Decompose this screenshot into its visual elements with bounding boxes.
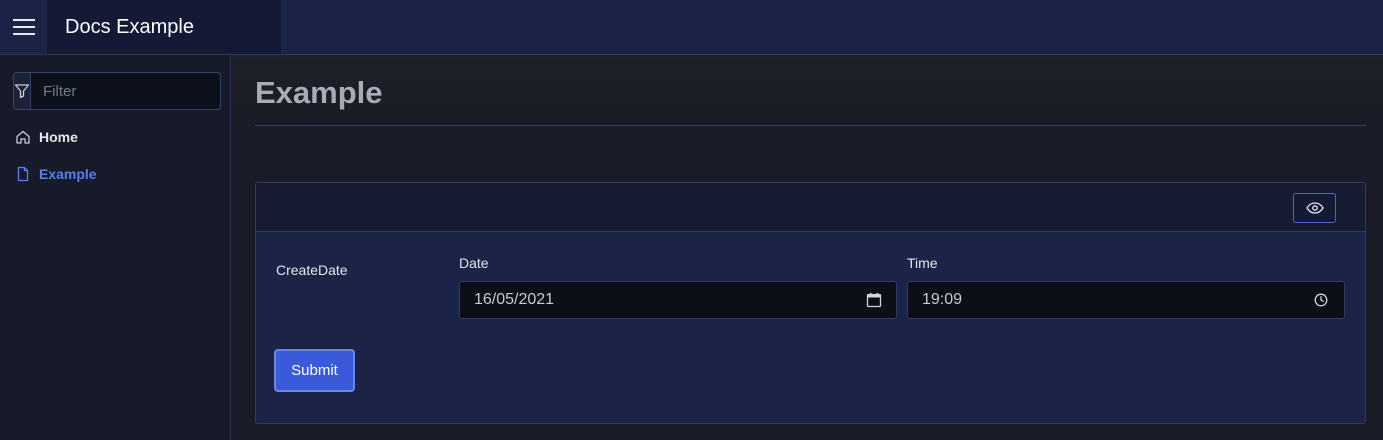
- filter-icon-button[interactable]: [14, 73, 31, 109]
- submit-button[interactable]: Submit: [274, 349, 355, 392]
- time-value: 19:09: [922, 291, 963, 308]
- sidebar-item-home[interactable]: Home: [15, 125, 215, 149]
- date-label: Date: [459, 255, 489, 271]
- hamburger-icon: [12, 19, 35, 35]
- example-card: CreateDate Date Time 16/05/2021 19:09 Su…: [255, 182, 1366, 424]
- top-bar: Docs Example: [0, 0, 1383, 55]
- filter-input[interactable]: [31, 73, 220, 109]
- time-label: Time: [907, 255, 938, 271]
- date-input[interactable]: 16/05/2021: [459, 281, 897, 319]
- time-input[interactable]: 19:09: [907, 281, 1345, 319]
- main-content: Example CreateDate Date Time 16/05/2021: [232, 55, 1383, 440]
- title-divider: [255, 125, 1366, 126]
- home-icon: [16, 130, 30, 144]
- app-title[interactable]: Docs Example: [47, 0, 281, 54]
- file-icon: [17, 166, 29, 182]
- filter-icon: [14, 84, 30, 99]
- sidebar-item-label: Example: [39, 166, 97, 182]
- hamburger-menu-button[interactable]: [0, 0, 47, 54]
- sidebar-item-example[interactable]: Example: [15, 162, 215, 186]
- clock-icon[interactable]: [1314, 293, 1328, 307]
- filter-box: [13, 72, 221, 110]
- card-header: [256, 183, 1365, 232]
- date-value: 16/05/2021: [474, 291, 555, 308]
- sidebar-item-label: Home: [39, 129, 78, 145]
- calendar-icon[interactable]: [866, 292, 882, 308]
- page-title: Example: [255, 75, 383, 110]
- eye-icon: [1305, 202, 1324, 214]
- createdate-label: CreateDate: [276, 262, 348, 278]
- preview-toggle-button[interactable]: [1293, 193, 1336, 223]
- sidebar: Home Example: [0, 55, 231, 440]
